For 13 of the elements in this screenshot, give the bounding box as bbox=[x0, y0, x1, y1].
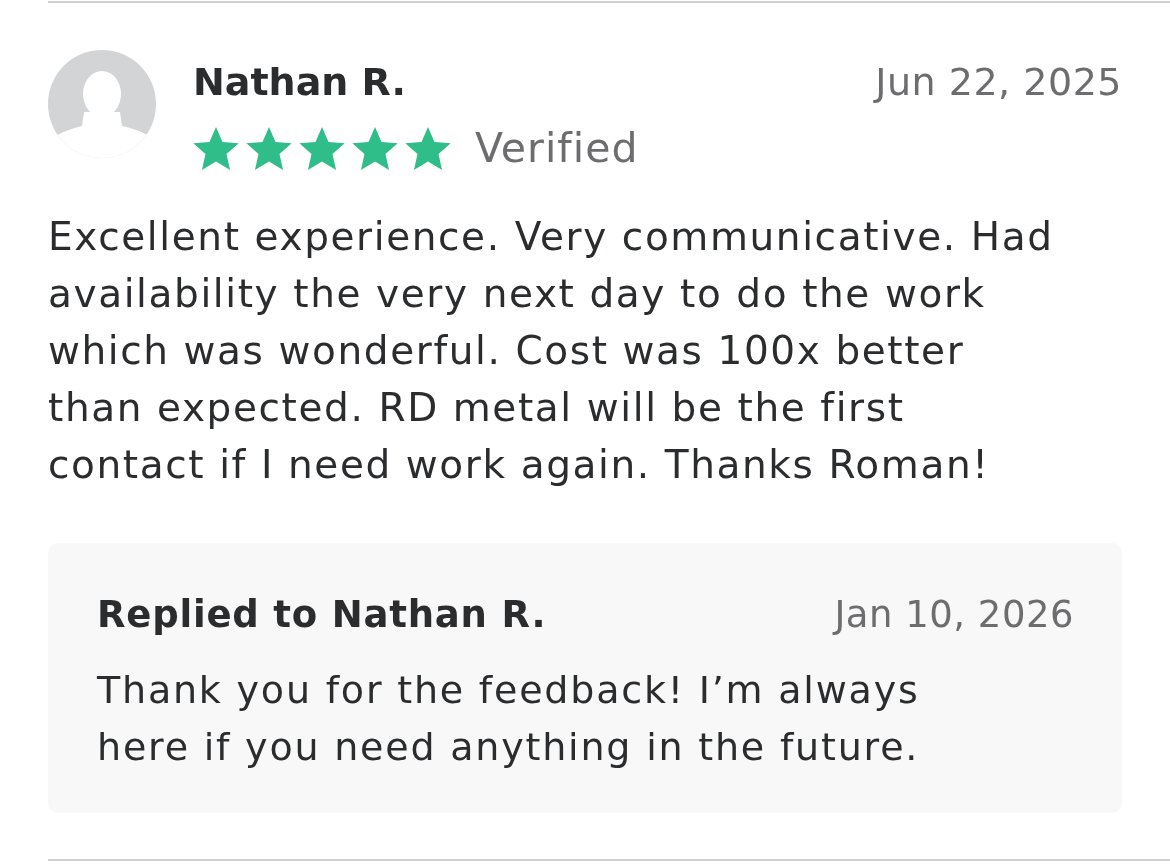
reply-title: Replied to Nathan R. bbox=[97, 592, 547, 638]
star-icon bbox=[246, 126, 292, 170]
avatar-icon bbox=[48, 50, 156, 158]
star-icon bbox=[299, 126, 345, 170]
review-text: Excellent experience. Very communicative. Had availability the very next day to do the work which was wonderful. Cost was 100x better than expected. RD metal will be the first contact if I need work again. Thanks Roman! bbox=[48, 213, 1055, 489]
star-icon bbox=[193, 126, 239, 170]
star-icon bbox=[352, 126, 398, 170]
reply-text: Thank you for the feedback! I’m always here if you need anything in the future. bbox=[97, 667, 921, 771]
reviewer-name: Nathan R. bbox=[193, 59, 406, 106]
verified-label: Verified bbox=[475, 124, 639, 172]
star-icon bbox=[405, 126, 451, 170]
reply-date: Jan 10, 2026 bbox=[834, 592, 1074, 638]
review-date: Jun 22, 2025 bbox=[875, 59, 1122, 106]
